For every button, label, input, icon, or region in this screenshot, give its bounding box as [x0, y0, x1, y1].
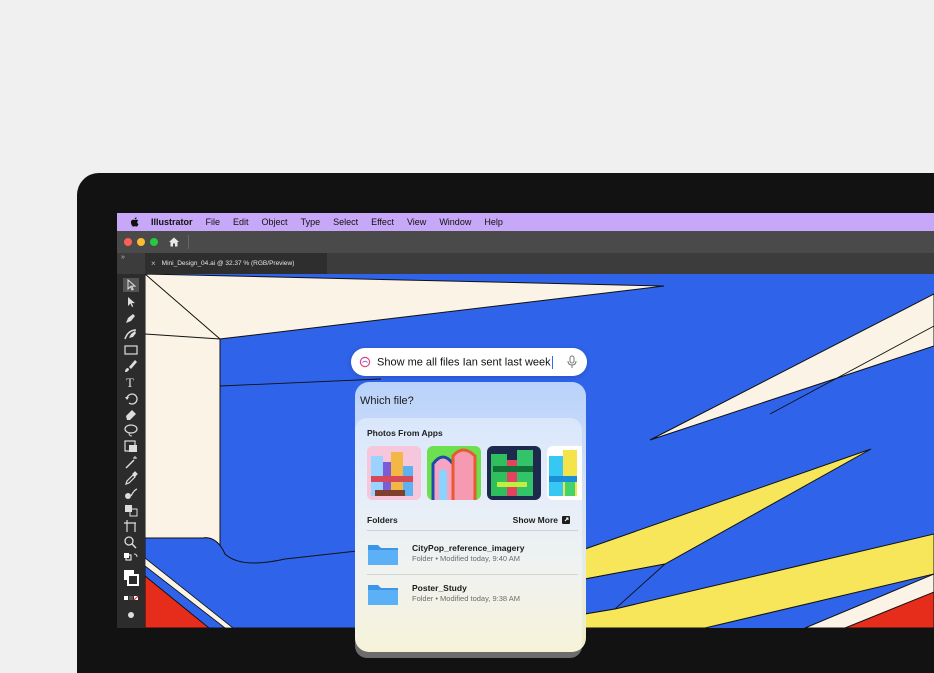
default-colors-icon[interactable]	[123, 551, 139, 565]
paintbrush-tool-icon[interactable]	[123, 359, 139, 373]
rectangle-tool-icon[interactable]	[123, 343, 139, 357]
folders-heading: Folders	[367, 515, 398, 525]
search-query-text[interactable]: Show me all files Ian sent last week	[377, 355, 553, 369]
window-titlebar	[117, 231, 934, 253]
document-tab-bar: » × Mini_Design_04.ai @ 32.37 % (RGB/Pre…	[117, 253, 934, 274]
results-card: Photos From Apps Folders Show More CityP…	[355, 418, 582, 658]
results-prompt: Which file?	[360, 395, 414, 407]
external-link-icon	[562, 516, 570, 524]
artboard-tool-icon[interactable]	[123, 519, 139, 533]
minimize-window-button[interactable]	[137, 238, 145, 246]
menu-help[interactable]: Help	[484, 217, 503, 227]
zoom-tool-icon[interactable]	[123, 535, 139, 549]
menu-bar: Illustrator File Edit Object Type Select…	[117, 213, 934, 231]
blend-tool-icon[interactable]	[123, 487, 139, 501]
show-more-button[interactable]: Show More	[513, 515, 570, 525]
shape-builder-tool-icon[interactable]	[123, 503, 139, 517]
microphone-icon[interactable]	[567, 355, 577, 369]
show-more-label: Show More	[512, 515, 558, 525]
folder-icon	[368, 545, 398, 565]
color-mode-icon[interactable]	[123, 592, 139, 606]
photo-thumbnails	[367, 446, 582, 500]
menu-object[interactable]: Object	[262, 217, 288, 227]
text-cursor	[551, 355, 553, 369]
menu-edit[interactable]: Edit	[233, 217, 249, 227]
menu-view[interactable]: View	[407, 217, 426, 227]
zoom-window-button[interactable]	[150, 238, 158, 246]
pen-tool-icon[interactable]	[123, 311, 139, 325]
svg-text:T: T	[126, 375, 134, 389]
eyedropper-tool-icon[interactable]	[123, 471, 139, 485]
folders-divider	[367, 530, 578, 531]
folder-row[interactable]: CityPop_reference_imagery Folder • Modif…	[367, 535, 578, 571]
menu-window[interactable]: Window	[439, 217, 471, 227]
smart-search-panel: Show me all files Ian sent last week Whi…	[351, 348, 587, 658]
folder-row[interactable]: Poster_Study Folder • Modified today, 9:…	[367, 575, 578, 611]
folder-detail: Folder • Modified today, 9:38 AM	[412, 594, 520, 603]
search-bar[interactable]: Show me all files Ian sent last week	[351, 348, 587, 376]
apple-logo-icon[interactable]	[129, 216, 141, 228]
direct-selection-tool-icon[interactable]	[123, 295, 139, 309]
photo-thumbnail[interactable]	[487, 446, 541, 500]
folder-name: CityPop_reference_imagery	[412, 543, 525, 553]
home-icon[interactable]	[168, 236, 180, 248]
selection-tool-icon[interactable]	[123, 278, 139, 292]
eraser-tool-icon[interactable]	[123, 407, 139, 421]
results-panel: Which file? Photos From Apps Folders Sho…	[355, 382, 586, 658]
tools-panel: T	[117, 274, 145, 628]
folder-detail: Folder • Modified today, 9:40 AM	[412, 554, 520, 563]
search-sparkle-icon	[359, 356, 371, 368]
photo-thumbnail[interactable]	[367, 446, 421, 500]
document-tab-title: Mini_Design_04.ai @ 32.37 % (RGB/Preview…	[161, 260, 295, 267]
photo-thumbnail[interactable]	[547, 446, 582, 500]
photos-heading: Photos From Apps	[367, 428, 443, 438]
rotate-tool-icon[interactable]	[123, 391, 139, 405]
close-window-button[interactable]	[124, 238, 132, 246]
menu-effect[interactable]: Effect	[371, 217, 394, 227]
menu-app-name[interactable]: Illustrator	[151, 217, 193, 227]
photo-thumbnail[interactable]	[427, 446, 481, 500]
magic-wand-tool-icon[interactable]	[123, 455, 139, 469]
folder-name: Poster_Study	[412, 583, 467, 593]
close-tab-icon[interactable]: ×	[151, 259, 156, 268]
lasso-tool-icon[interactable]	[123, 423, 139, 437]
collapse-panel-icon[interactable]: »	[121, 254, 125, 261]
draw-mode-icon[interactable]	[123, 608, 139, 622]
free-transform-tool-icon[interactable]	[123, 439, 139, 453]
document-tab[interactable]: × Mini_Design_04.ai @ 32.37 % (RGB/Previ…	[145, 253, 327, 274]
type-tool-icon[interactable]: T	[123, 375, 139, 389]
menu-type[interactable]: Type	[301, 217, 321, 227]
titlebar-divider	[188, 235, 189, 249]
folder-icon	[368, 585, 398, 605]
curvature-tool-icon[interactable]	[123, 327, 139, 341]
menu-select[interactable]: Select	[333, 217, 358, 227]
menu-file[interactable]: File	[206, 217, 221, 227]
fill-stroke-icon[interactable]	[123, 569, 139, 589]
